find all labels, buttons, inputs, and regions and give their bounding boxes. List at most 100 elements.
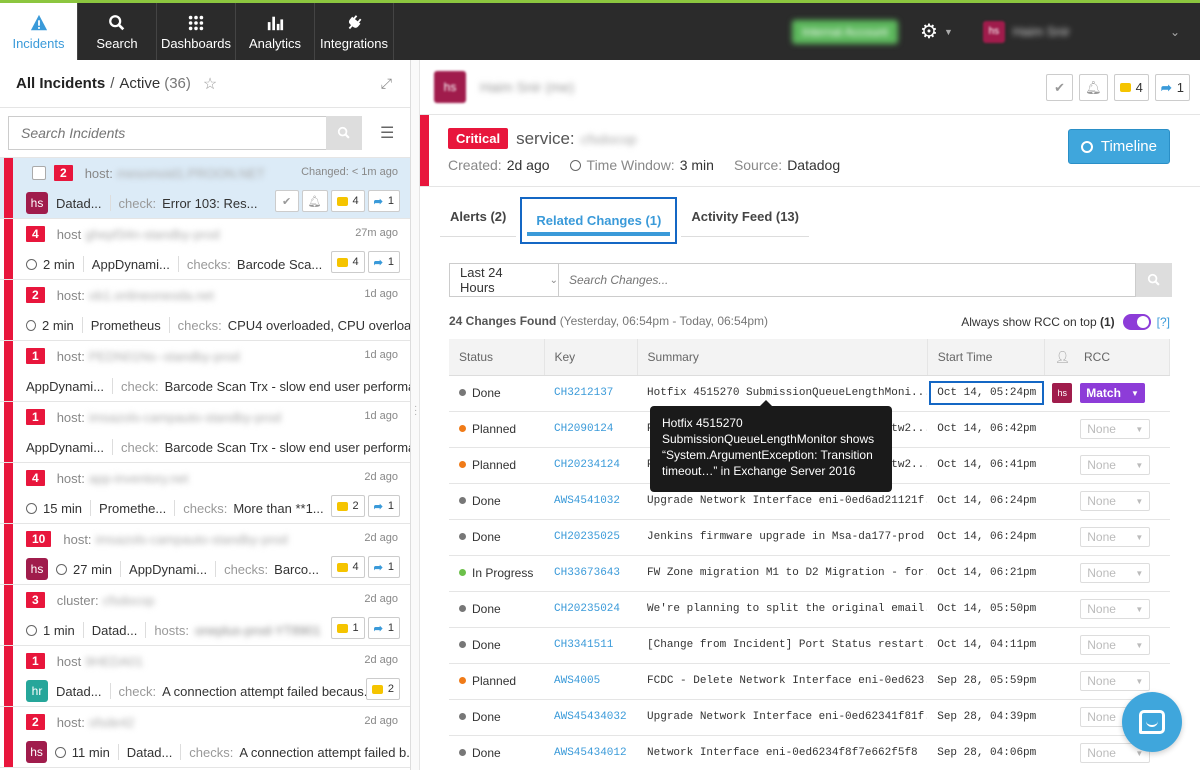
table-row[interactable]: Done AWS45434012 Network Interface eni-0ed… xyxy=(449,735,1170,770)
change-key[interactable]: AWS4541032 xyxy=(544,483,638,520)
snooze-button[interactable]: 🔔︎ xyxy=(301,190,328,212)
search-button[interactable] xyxy=(326,115,362,150)
incident-item[interactable]: 1 host: PEDN01Ns--standby-prod 1d ago AppDyn… xyxy=(0,341,410,402)
col-summary[interactable]: Summary xyxy=(637,339,928,376)
time-range-select[interactable]: Last 24 Hours ⌄ xyxy=(449,263,559,297)
panel-splitter[interactable]: · · · xyxy=(411,60,420,770)
change-key[interactable]: CH20235025 xyxy=(544,519,638,556)
nav-analytics[interactable]: Analytics xyxy=(236,3,315,60)
col-rcc[interactable]: 👤︎ RCC xyxy=(1044,339,1171,376)
expand-icon[interactable]: ⤢ xyxy=(381,75,392,92)
snooze-button[interactable]: 🔔︎ xyxy=(1079,74,1108,101)
assignee-avatar[interactable]: hs xyxy=(26,192,48,214)
rcc-none-select[interactable]: None ▼ xyxy=(1080,527,1151,547)
comments-button[interactable]: 2 xyxy=(330,495,365,517)
incident-item[interactable]: 4 host ghepf34n-standby-prod 27m ago 2 min Ap… xyxy=(0,219,410,280)
share-button[interactable]: ➦ 1 xyxy=(1154,74,1190,101)
table-row[interactable]: In Progress CH33673643 FW Zone migration M… xyxy=(449,555,1170,592)
incident-source: AppDynami... xyxy=(26,378,105,394)
change-key[interactable]: CH20234124 xyxy=(544,447,638,484)
timeline-button[interactable]: Timeline xyxy=(1067,129,1170,164)
changes-search-button[interactable] xyxy=(1136,263,1172,297)
share-button[interactable]: ➦ 1 xyxy=(367,190,400,212)
chat-launcher[interactable] xyxy=(1122,692,1182,752)
list-view-icon[interactable]: ☰ xyxy=(380,123,394,143)
search-input[interactable] xyxy=(8,115,326,150)
clock-icon xyxy=(26,624,37,636)
share-button[interactable]: ➦ 1 xyxy=(367,495,400,517)
col-status[interactable]: Status xyxy=(449,339,545,376)
incident-item[interactable]: 2 host: ob1.onlineoneoda.net 1d ago 2 min Pro… xyxy=(0,280,410,341)
comments-button[interactable]: 2 xyxy=(365,678,400,700)
change-key[interactable]: CH20235024 xyxy=(544,591,638,628)
incident-item[interactable]: 1 host 9HEDA01 2d ago hr Datad... check: A conn… xyxy=(0,646,410,707)
rcc-none-select[interactable]: None ▼ xyxy=(1080,635,1151,655)
incident-item[interactable]: 1 host: imsazols-campauto-standby-prod 1d a… xyxy=(0,402,410,463)
incident-item[interactable]: 10 host: imsazols-campauto-standby-prod 2d … xyxy=(0,524,410,585)
resolve-button[interactable]: ✔ xyxy=(274,190,299,212)
assignee-avatar[interactable]: hr xyxy=(26,680,48,702)
incident-source: Datad... xyxy=(126,744,173,760)
star-icon[interactable]: ☆ xyxy=(203,74,217,94)
chevron-down-icon[interactable]: ⌄ xyxy=(1170,25,1180,39)
col-key[interactable]: Key xyxy=(544,339,638,376)
tab-activity-feed[interactable]: Activity Feed (13) xyxy=(681,197,809,237)
table-row[interactable]: Done CH20235025 Jenkins firmware upgrade i… xyxy=(449,519,1170,556)
assignee-avatar[interactable]: hs xyxy=(26,741,48,763)
rcc-none-select[interactable]: None ▼ xyxy=(1080,491,1151,511)
change-key[interactable]: CH33673643 xyxy=(544,555,638,592)
share-button[interactable]: ➦ 1 xyxy=(367,617,400,639)
incident-item[interactable]: 4 host: app-inventory.net 2d ago 15 min Prome… xyxy=(0,463,410,524)
check-value: oneplus-prod-YT8901 xyxy=(195,622,321,638)
nav-search[interactable]: Search xyxy=(78,3,157,60)
nav-integrations[interactable]: Integrations xyxy=(315,3,394,60)
list-filter[interactable]: Active xyxy=(119,75,160,92)
divider xyxy=(82,622,84,638)
tab-alerts[interactable]: Alerts (2) xyxy=(440,197,517,237)
incident-source: AppDynami... xyxy=(91,256,170,272)
incident-item[interactable]: 2 host: mesomoid1.PROON.NET Changed: < 1m a… xyxy=(0,158,410,219)
user-name[interactable]: Haim Snir xyxy=(1013,24,1070,39)
rcc-none-select[interactable]: None ▼ xyxy=(1080,419,1151,439)
comments-button[interactable]: 4 xyxy=(330,251,365,273)
change-key[interactable]: AWS45434032 xyxy=(544,699,638,736)
tab-related-changes[interactable]: Related Changes (1) xyxy=(520,196,678,244)
comment-icon xyxy=(1119,83,1131,92)
change-key[interactable]: CH2090124 xyxy=(544,411,638,448)
owner-name[interactable]: Haim Snir (me) xyxy=(480,79,574,95)
share-button[interactable]: ➦ 1 xyxy=(367,556,400,578)
col-start-time[interactable]: Start Time xyxy=(927,339,1045,376)
changes-search-input[interactable] xyxy=(559,263,1136,297)
nav-incidents[interactable]: Incidents xyxy=(0,3,78,60)
incident-item[interactable]: 3 cluster: cfsdocop 2d ago 1 min Datad... host… xyxy=(0,585,410,646)
rcc-match-select[interactable]: Match ▼ xyxy=(1080,383,1145,403)
settings-menu[interactable]: ⚙ ▼ xyxy=(920,19,953,44)
rcc-none-select[interactable]: None ▼ xyxy=(1080,455,1151,475)
rcc-on-top-toggle[interactable] xyxy=(1122,314,1151,330)
clock-icon xyxy=(55,746,66,758)
owner-avatar[interactable]: hs xyxy=(434,71,466,103)
table-row[interactable]: Done CH3341511 [Change from Incident] Port… xyxy=(449,627,1170,664)
comments-button[interactable]: 4 xyxy=(330,190,365,212)
rcc-none-select[interactable]: None ▼ xyxy=(1080,671,1151,691)
change-key[interactable]: CH3341511 xyxy=(544,627,638,664)
share-button[interactable]: ➦ 1 xyxy=(367,251,400,273)
table-row[interactable]: Planned AWS4005 FCDC - Delete Network Inte… xyxy=(449,663,1170,700)
comments-button[interactable]: 4 xyxy=(330,556,365,578)
change-key[interactable]: CH3212137 xyxy=(544,375,638,412)
user-avatar[interactable]: hs xyxy=(982,20,1005,43)
rcc-none-select[interactable]: None ▼ xyxy=(1080,599,1151,619)
table-row[interactable]: Done CH20235024 We're planning to split th… xyxy=(449,591,1170,628)
incident-item[interactable]: 2 host: sfsde42 2d ago hs 11 min Datad... check… xyxy=(0,707,410,768)
assignee-avatar[interactable]: hs xyxy=(26,558,48,580)
resolve-button[interactable]: ✔ xyxy=(1046,74,1074,101)
change-key[interactable]: AWS4005 xyxy=(544,663,638,700)
comments-button[interactable]: 4 xyxy=(1113,74,1149,101)
comments-button[interactable]: 1 xyxy=(330,617,365,639)
select-checkbox[interactable] xyxy=(32,166,46,180)
change-key[interactable]: AWS45434012 xyxy=(544,735,638,770)
rcc-none-select[interactable]: None ▼ xyxy=(1080,563,1151,583)
table-row[interactable]: Done AWS45434032 Upgrade Network Interface… xyxy=(449,699,1170,736)
help-link[interactable]: [?] xyxy=(1157,315,1170,329)
nav-dashboards[interactable]: Dashboards xyxy=(157,3,236,60)
